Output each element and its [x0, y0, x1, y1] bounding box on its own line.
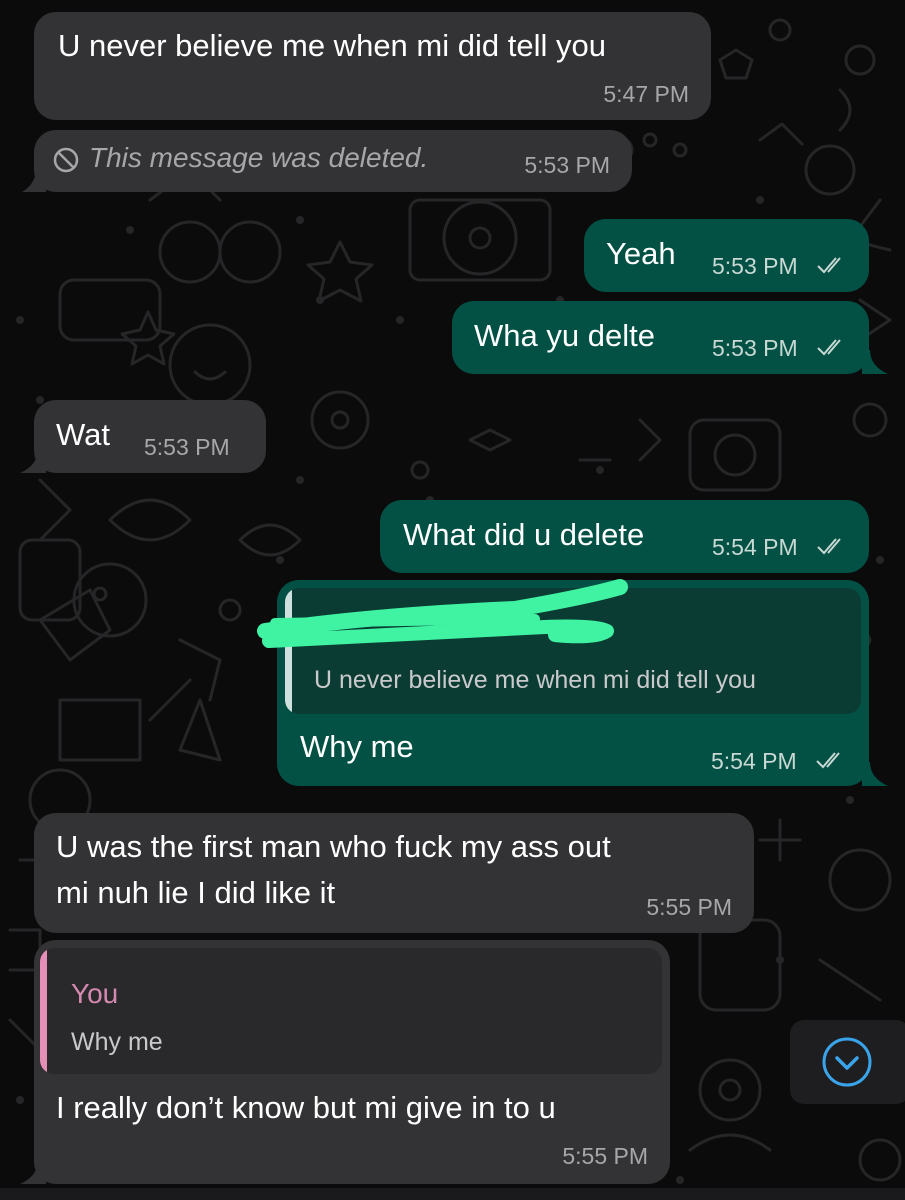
message-bubble-incoming[interactable]: U was the first man who fuck my ass out … [34, 813, 754, 933]
message-time: 5:54 PM [711, 748, 797, 774]
message-text: What did u delete [403, 517, 645, 552]
scroll-to-bottom-button[interactable] [790, 1020, 905, 1104]
read-ticks-icon [817, 339, 841, 356]
message-bubble-outgoing[interactable]: Yeah 5:53 PM [584, 219, 869, 292]
quote-text: Why me [71, 1028, 163, 1056]
bubble-tail [20, 449, 46, 473]
deleted-message-text: This message was deleted. [89, 142, 429, 173]
quote-accent-bar [40, 948, 47, 1074]
message-time: 5:55 PM [646, 894, 732, 920]
message-text-line-2: mi nuh lie I did like it [56, 875, 336, 910]
message-text: I really don’t know but mi give in to u [56, 1090, 556, 1125]
message-text-line-1: U was the first man who fuck my ass out [56, 829, 611, 864]
message-text: Yeah [606, 236, 676, 271]
quote-author: You [71, 978, 119, 1009]
bubble-tail [20, 1160, 46, 1184]
read-ticks-icon [817, 538, 841, 555]
message-time: 5:53 PM [712, 335, 798, 361]
deleted-message-bubble[interactable]: This message was deleted. 5:53 PM [34, 130, 632, 192]
message-text: Wat [56, 417, 110, 452]
composer-edge [0, 1188, 905, 1200]
prohibited-icon [53, 147, 79, 173]
read-ticks-icon [816, 752, 840, 769]
bubble-tail [862, 762, 888, 786]
read-ticks-icon [817, 257, 841, 274]
message-time: 5:55 PM [562, 1143, 648, 1169]
reply-bubble-incoming[interactable]: You Why me I really don’t know but mi gi… [34, 940, 670, 1184]
message-time: 5:53 PM [144, 434, 230, 460]
chevron-down-circle-icon [822, 1037, 872, 1087]
message-time: 5:53 PM [712, 253, 798, 279]
message-text: Why me [300, 729, 414, 764]
quote-text: U never believe me when mi did tell you [314, 666, 756, 694]
redaction-scribble [257, 579, 628, 648]
message-bubble-incoming[interactable]: U never believe me when mi did tell you … [34, 12, 711, 120]
message-text: U never believe me when mi did tell you [58, 28, 606, 63]
message-text: Wha yu delte [474, 318, 655, 353]
message-bubble-outgoing[interactable]: Wha yu delte 5:53 PM [452, 301, 869, 374]
quoted-message[interactable]: You Why me [40, 948, 662, 1074]
message-bubble-incoming[interactable]: Wat 5:53 PM [34, 400, 266, 473]
message-time: 5:54 PM [712, 534, 798, 560]
message-time: 5:47 PM [603, 81, 689, 107]
message-time: 5:53 PM [524, 152, 610, 178]
bubble-tail [862, 350, 888, 374]
bubble-tail [22, 168, 46, 192]
message-bubble-outgoing[interactable]: What did u delete 5:54 PM [380, 500, 869, 573]
